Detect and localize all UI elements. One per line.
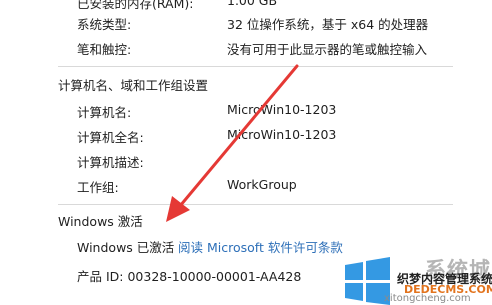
computer-name-value: MicroWin10-1203 — [227, 102, 337, 117]
full-computer-name-value: MicroWin10-1203 — [227, 127, 337, 142]
section-divider — [58, 66, 453, 67]
pen-touch-value: 没有可用于此显示器的笔或触控输入 — [227, 42, 428, 57]
computer-description-label: 计算机描述: — [77, 155, 144, 170]
computer-settings-title: 计算机名、域和工作组设置 — [58, 78, 209, 93]
activation-title: Windows 激活 — [58, 214, 143, 229]
pen-touch-row: 笔和触控: 没有可用于此显示器的笔或触控输入 — [0, 39, 492, 59]
workgroup-value: WorkGroup — [227, 177, 297, 192]
system-type-label: 系统类型: — [77, 17, 132, 32]
system-type-row: 系统类型: 32 位操作系统，基于 x64 的处理器 — [0, 14, 492, 34]
system-type-value: 32 位操作系统，基于 x64 的处理器 — [227, 17, 429, 32]
ram-row: 已安装的内存(RAM): 1.00 GB — [0, 0, 492, 13]
section-divider — [58, 204, 453, 205]
pen-touch-label: 笔和触控: — [77, 42, 132, 57]
watermark-url: xitongcheng.com — [384, 293, 471, 304]
computer-name-row: 计算机名: MicroWin10-1203 — [0, 102, 492, 122]
workgroup-row: 工作组: WorkGroup — [0, 177, 492, 197]
activation-status-row: Windows 已激活 阅读 Microsoft 软件许可条款 — [0, 237, 492, 257]
full-computer-name-row: 计算机全名: MicroWin10-1203 — [0, 127, 492, 147]
ram-value: 1.00 GB — [227, 0, 278, 8]
full-computer-name-label: 计算机全名: — [77, 130, 144, 145]
activation-status: Windows 已激活 — [77, 240, 175, 255]
license-terms-link[interactable]: 阅读 Microsoft 软件许可条款 — [178, 237, 343, 256]
computer-name-label: 计算机名: — [77, 105, 132, 120]
product-id: 产品 ID: 00328-10000-00001-AA428 — [77, 269, 302, 284]
computer-description-row: 计算机描述: — [0, 152, 492, 172]
workgroup-label: 工作组: — [77, 180, 119, 195]
ram-label: 已安装的内存(RAM): — [77, 0, 194, 11]
